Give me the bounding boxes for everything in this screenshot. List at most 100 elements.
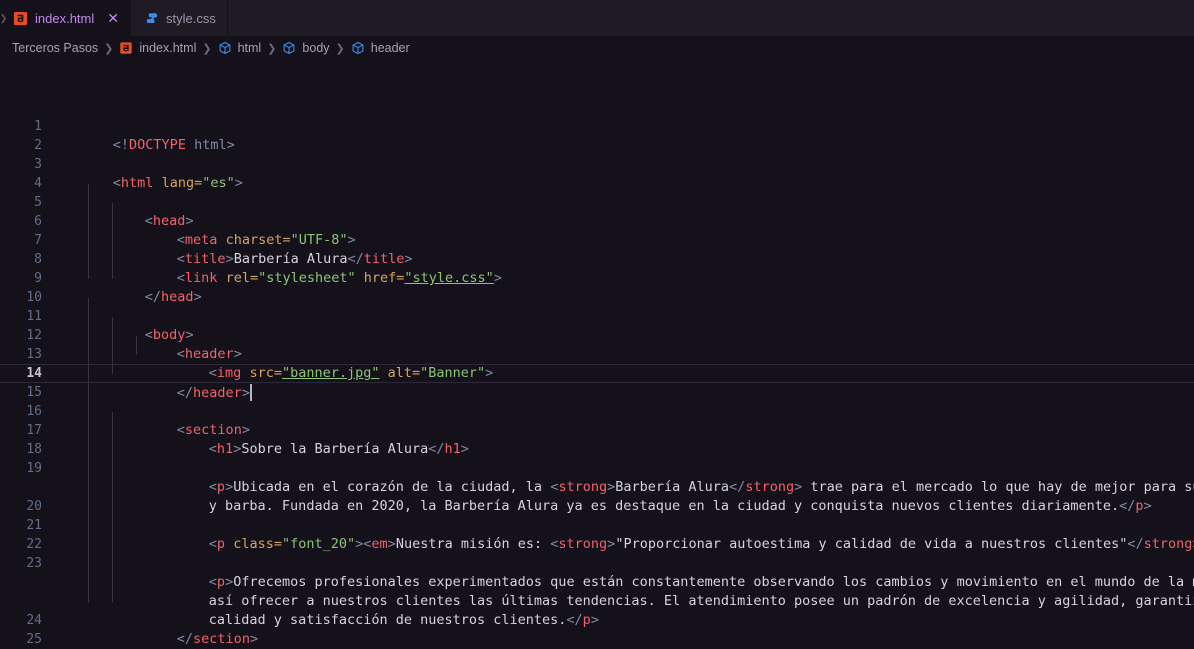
code-line-23-wrap-2: calidad y satisfacción de nuestros clien… [64,592,1194,628]
angle-close: > [387,536,396,552]
tag-strong: strong [558,536,608,552]
attr-class: class= [225,536,282,552]
breadcrumb: Terceros Pasos ❯ index.html ❯ html ❯ bod… [0,36,1194,60]
text-paragraph-19c: y barba. Fundada en 2020, la Barbería Al… [208,498,1120,514]
line-number: 16 [26,404,42,419]
code-line-23-wrap-1: así ofrecer a nuestros clientes las últi… [64,573,1194,609]
code-line-13: <img src="banner.jpg" alt="Banner"> [64,345,1194,381]
tag-em: em [371,536,388,552]
angle-close: > [241,385,250,401]
breadcrumb-item-html[interactable]: html [218,41,262,56]
tag-p: p [216,536,226,552]
line-number: 4 [34,176,42,191]
tag-header-close: header [193,385,242,401]
line-number: 19 [26,461,42,476]
line-number: 17 [26,423,42,438]
doctype-keyword: DOCTYPE [129,137,186,153]
breadcrumb-label-header: header [370,41,410,55]
tag-h1-close: h1 [444,441,461,457]
code-line-19-wrap: y barba. Fundada en 2020, la Barbería Al… [64,478,1194,514]
angle-open-slash: </ [176,385,194,401]
tab-label-index-html: index.html [35,10,95,26]
text-paragraph-21a: Nuestra misión es: [395,536,551,552]
line-number: 15 [26,385,42,400]
breadcrumb-item-index-html[interactable]: index.html [119,41,196,56]
symbol-field-icon [351,41,366,56]
code-line-23: <p>Ofrecemos profesionales experimentado… [64,554,1194,590]
code-line-24: </section> [64,611,1194,647]
angle-open: < [208,441,217,457]
angle-close: > [234,175,243,191]
doctype-value: html [185,137,227,153]
code-line-3: <html lang="es"> [64,155,1194,191]
code-line-19: <p>Ubicada en el corazón de la ciudad, l… [64,459,1194,495]
line-number: 24 [26,613,42,628]
tab-style-css[interactable]: style.css [130,0,228,36]
symbol-field-icon [282,41,297,56]
line-number: 18 [26,442,42,457]
breadcrumb-label-html: html [237,41,262,55]
code-line-16: <section> [64,402,1194,438]
line-number: 10 [26,290,42,305]
attr-lang: lang= [153,175,203,191]
breadcrumb-separator-icon: ❯ [104,42,114,55]
html5-file-icon [13,11,28,26]
line-number: 9 [34,271,42,286]
breadcrumb-item-header[interactable]: header [351,41,410,56]
breadcrumb-item-body[interactable]: body [282,41,330,56]
code-editor[interactable]: 1 2 3 4 5 6 7 8 9 10 11 12 13 14 15 16 1… [0,60,1194,649]
breadcrumb-separator-icon: ❯ [202,42,212,55]
code-content[interactable]: <!DOCTYPE html> <html lang="es"> <head> … [64,60,1194,649]
breadcrumb-label-index-html: index.html [139,41,197,55]
code-line-25: </body> [64,630,1194,649]
text-h1: Sobre la Barbería Alura [241,441,429,457]
line-number: 1 [34,119,42,134]
angle-close: > [460,441,469,457]
html5-file-icon [119,41,134,56]
line-number: 11 [26,309,42,324]
angle-close: > [193,289,202,305]
line-number: 6 [34,214,42,229]
breadcrumb-label-folder: Terceros Pasos [12,41,99,55]
line-number: 8 [34,252,42,267]
code-line-17: <h1>Sobre la Barbería Alura</h1> [64,421,1194,457]
code-line-14: </header> [64,364,1194,401]
text-strong-21: "Proporcionar autoestima y calidad de vi… [615,536,1128,552]
line-number: 7 [34,233,42,248]
code-line-21: <p class="font_20"><em>Nuestra misión es… [64,516,1194,552]
code-line-1: <!DOCTYPE html> [64,117,1194,153]
breadcrumb-separator-icon: ❯ [335,42,345,55]
line-number: 25 [26,632,42,647]
line-number: 20 [26,499,42,514]
code-line-7: <title>Barbería Alura</title> [64,231,1194,267]
angle-close: > [226,137,235,153]
code-line-8: <link rel="stylesheet" href="style.css"> [64,250,1194,286]
tag-head-close: head [161,289,194,305]
code-line-11: <body> [64,307,1194,343]
editor-tab-bar: ❯ index.html ✕ style.css [0,0,1194,36]
doctype-open: <! [112,137,130,153]
symbol-field-icon [218,41,233,56]
tab-label-style-css: style.css [165,10,216,26]
attr-lang-value: "es" [202,175,235,191]
line-number-gutter: 1 2 3 4 5 6 7 8 9 10 11 12 13 14 15 16 1… [0,60,52,649]
line-number: 2 [34,138,42,153]
angle-open-slash: </ [144,289,162,305]
line-number: 23 [26,556,42,571]
breadcrumb-item-folder[interactable]: Terceros Pasos [12,41,98,55]
angle-open-slash: </ [428,441,445,457]
tab-close-icon[interactable]: ✕ [107,11,119,25]
line-number: 12 [26,328,42,343]
line-number: 5 [34,195,42,210]
tab-index-html[interactable]: index.html ✕ [0,0,131,36]
tag-strong-close: strong [1143,536,1193,552]
css3-file-icon [144,11,159,26]
tag-h1: h1 [216,441,234,457]
angle-open-slash: </ [1119,498,1136,514]
angle-open: < [208,536,217,552]
breadcrumb-label-body: body [302,41,330,55]
text-cursor [249,384,252,401]
line-number: 21 [26,518,42,533]
tag-html: html [120,175,154,191]
line-number: 3 [34,157,42,172]
